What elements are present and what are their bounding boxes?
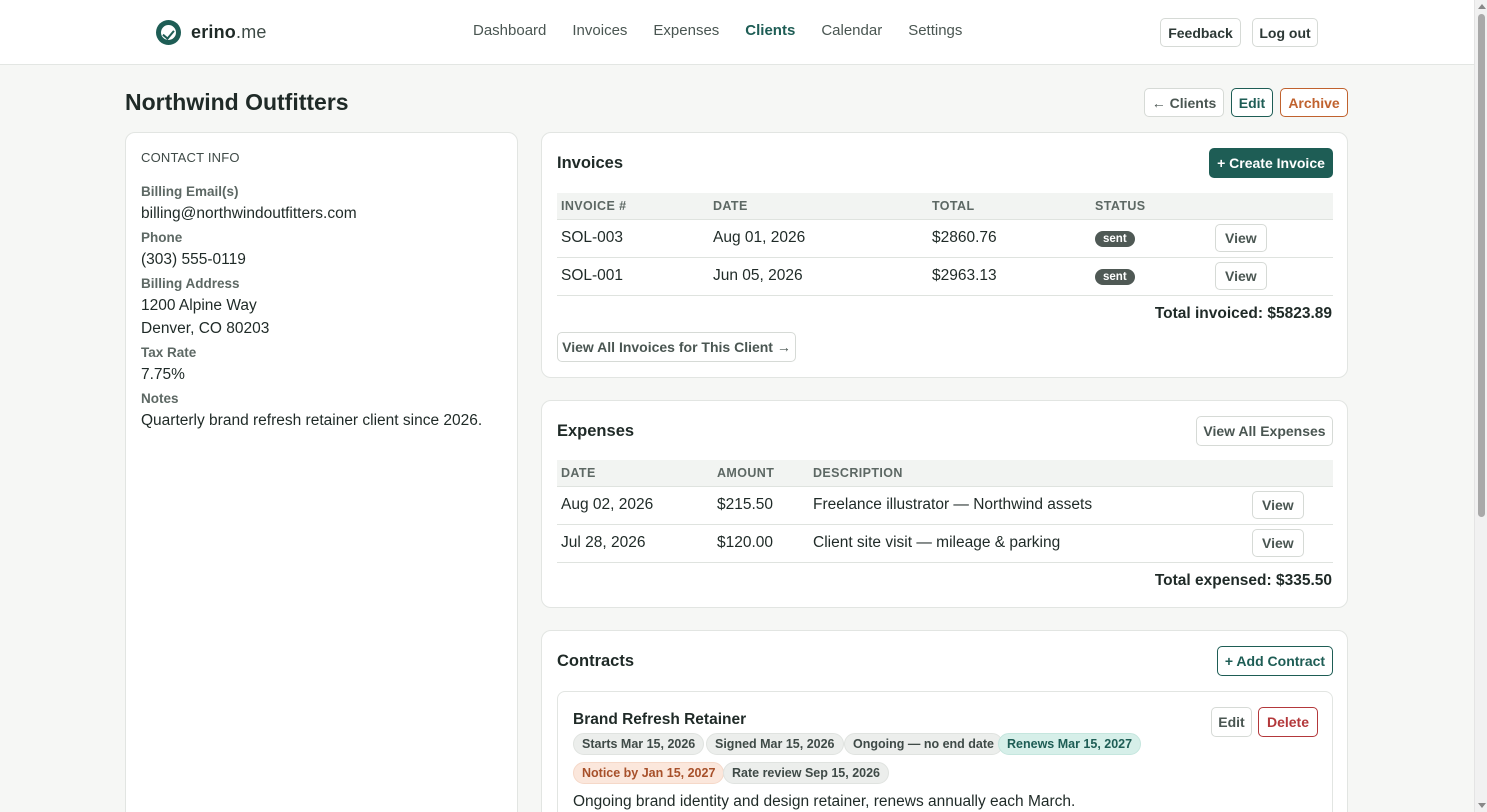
nav-calendar[interactable]: Calendar — [821, 22, 882, 39]
col-invoice-number: INVOICE # — [557, 193, 709, 220]
contracts-card: Contracts + Add Contract Brand Refresh R… — [541, 630, 1348, 812]
feedback-button[interactable]: Feedback — [1160, 18, 1241, 47]
delete-contract-button[interactable]: Delete — [1258, 707, 1318, 737]
edit-contract-button[interactable]: Edit — [1211, 707, 1252, 737]
nav-clients[interactable]: Clients — [745, 22, 795, 39]
expense-amount: $215.50 — [713, 486, 809, 525]
contact-info-heading: CONTACT INFO — [141, 150, 240, 165]
invoice-date: Aug 01, 2026 — [709, 219, 928, 258]
contracts-title: Contracts — [557, 652, 635, 670]
expense-date: Jul 28, 2026 — [557, 524, 713, 563]
contract-tag-notice: Notice by Jan 15, 2027 — [573, 762, 725, 784]
phone-value: (303) 555-0119 — [141, 251, 246, 268]
view-all-expenses-button[interactable]: View All Expenses — [1196, 416, 1333, 446]
col-actions — [1248, 460, 1333, 487]
total-expensed: Total expensed: $335.50 — [1154, 572, 1332, 589]
total-invoiced: Total invoiced: $5823.89 — [1154, 305, 1332, 322]
edit-client-button[interactable]: Edit — [1231, 88, 1273, 117]
page-scrollbar[interactable] — [1474, 0, 1487, 812]
invoice-number: SOL-003 — [557, 219, 709, 258]
nav-invoices[interactable]: Invoices — [572, 22, 627, 39]
logo-check-icon — [156, 20, 181, 45]
col-date: DATE — [557, 460, 713, 487]
col-total: TOTAL — [928, 193, 1091, 220]
expense-date: Aug 02, 2026 — [557, 486, 713, 525]
table-row: Jul 28, 2026 $120.00 Client site visit —… — [557, 524, 1333, 563]
scroll-down-arrow-icon[interactable] — [1478, 803, 1486, 808]
contract-name: Brand Refresh Retainer — [573, 711, 747, 728]
scroll-up-arrow-icon[interactable] — [1478, 4, 1486, 9]
status-badge: sent — [1095, 269, 1135, 285]
view-all-invoices-button[interactable]: View All Invoices for This Client → — [557, 332, 796, 362]
add-contract-button[interactable]: + Add Contract — [1217, 646, 1333, 676]
status-badge: sent — [1095, 231, 1135, 247]
invoice-number: SOL-001 — [557, 257, 709, 296]
billing-email-label: Billing Email(s) — [141, 184, 239, 199]
billing-email-value: billing@northwindoutfitters.com — [141, 205, 357, 222]
expenses-card: Expenses View All Expenses DATE AMOUNT D… — [541, 400, 1348, 608]
logout-button[interactable]: Log out — [1252, 18, 1318, 47]
table-row: SOL-001 Jun 05, 2026 $2963.13 sent View — [557, 257, 1333, 296]
col-status: STATUS — [1091, 193, 1211, 220]
invoices-table: INVOICE # DATE TOTAL STATUS SOL-003 Aug … — [557, 193, 1333, 296]
expenses-header-row: DATE AMOUNT DESCRIPTION — [557, 460, 1333, 487]
col-description: DESCRIPTION — [809, 460, 1248, 487]
col-amount: AMOUNT — [713, 460, 809, 487]
back-to-clients-button[interactable]: ← Clients — [1144, 88, 1224, 117]
scroll-thumb[interactable] — [1478, 14, 1485, 517]
contract-tag-start: Starts Mar 15, 2026 — [573, 733, 705, 755]
contract-tag-signed: Signed Mar 15, 2026 — [706, 733, 844, 755]
page-title: Northwind Outfitters — [125, 89, 349, 115]
view-expense-button[interactable]: View — [1252, 491, 1304, 519]
phone-label: Phone — [141, 230, 183, 245]
notes-value: Quarterly brand refresh retainer client … — [141, 412, 483, 429]
nav-dashboard[interactable]: Dashboard — [473, 22, 546, 39]
table-row: Aug 02, 2026 $215.50 Freelance illustrat… — [557, 486, 1333, 525]
contract-description: Ongoing brand identity and design retain… — [573, 793, 1076, 810]
notes-label: Notes — [141, 391, 179, 406]
tax-rate-value: 7.75% — [141, 366, 185, 383]
contract-tag-ongoing: Ongoing — no end date — [844, 733, 1003, 755]
contract-tag-rate-review: Rate review Sep 15, 2026 — [723, 762, 890, 784]
invoices-card: Invoices + Create Invoice INVOICE # DATE… — [541, 132, 1348, 378]
create-invoice-button[interactable]: + Create Invoice — [1209, 148, 1333, 178]
billing-address-line1: 1200 Alpine Way — [141, 297, 257, 314]
view-expense-button[interactable]: View — [1252, 529, 1304, 557]
top-navbar: erino.me Dashboard Invoices Expenses Cli… — [0, 0, 1474, 65]
main-nav: Dashboard Invoices Expenses Clients Cale… — [473, 22, 962, 39]
expenses-table: DATE AMOUNT DESCRIPTION Aug 02, 2026 $21… — [557, 460, 1333, 563]
invoices-title: Invoices — [557, 154, 624, 172]
billing-address-label: Billing Address — [141, 276, 240, 291]
nav-expenses[interactable]: Expenses — [653, 22, 719, 39]
brand-logo[interactable]: erino.me — [156, 20, 267, 45]
invoice-date: Jun 05, 2026 — [709, 257, 928, 296]
table-row: SOL-003 Aug 01, 2026 $2860.76 sent View — [557, 219, 1333, 258]
invoice-total: $2963.13 — [928, 257, 1091, 296]
archive-client-button[interactable]: Archive — [1280, 88, 1348, 117]
invoice-total: $2860.76 — [928, 219, 1091, 258]
contract-tag-renews: Renews Mar 15, 2027 — [998, 733, 1142, 755]
tax-rate-label: Tax Rate — [141, 345, 197, 360]
brand-name: erino.me — [191, 22, 267, 42]
view-invoice-button[interactable]: View — [1215, 262, 1267, 290]
expenses-title: Expenses — [557, 422, 635, 440]
expense-description: Client site visit — mileage & parking — [809, 524, 1248, 563]
col-date: DATE — [709, 193, 928, 220]
expense-description: Freelance illustrator — Northwind assets — [809, 486, 1248, 525]
nav-settings[interactable]: Settings — [908, 22, 962, 39]
col-actions — [1211, 193, 1333, 220]
billing-address-line2: Denver, CO 80203 — [141, 320, 270, 337]
view-invoice-button[interactable]: View — [1215, 224, 1267, 252]
contract-item: Brand Refresh Retainer Edit Delete Start… — [557, 691, 1333, 812]
contact-info-card: CONTACT INFO Billing Email(s) billing@no… — [125, 132, 518, 812]
expense-amount: $120.00 — [713, 524, 809, 563]
invoices-header-row: INVOICE # DATE TOTAL STATUS — [557, 193, 1333, 220]
